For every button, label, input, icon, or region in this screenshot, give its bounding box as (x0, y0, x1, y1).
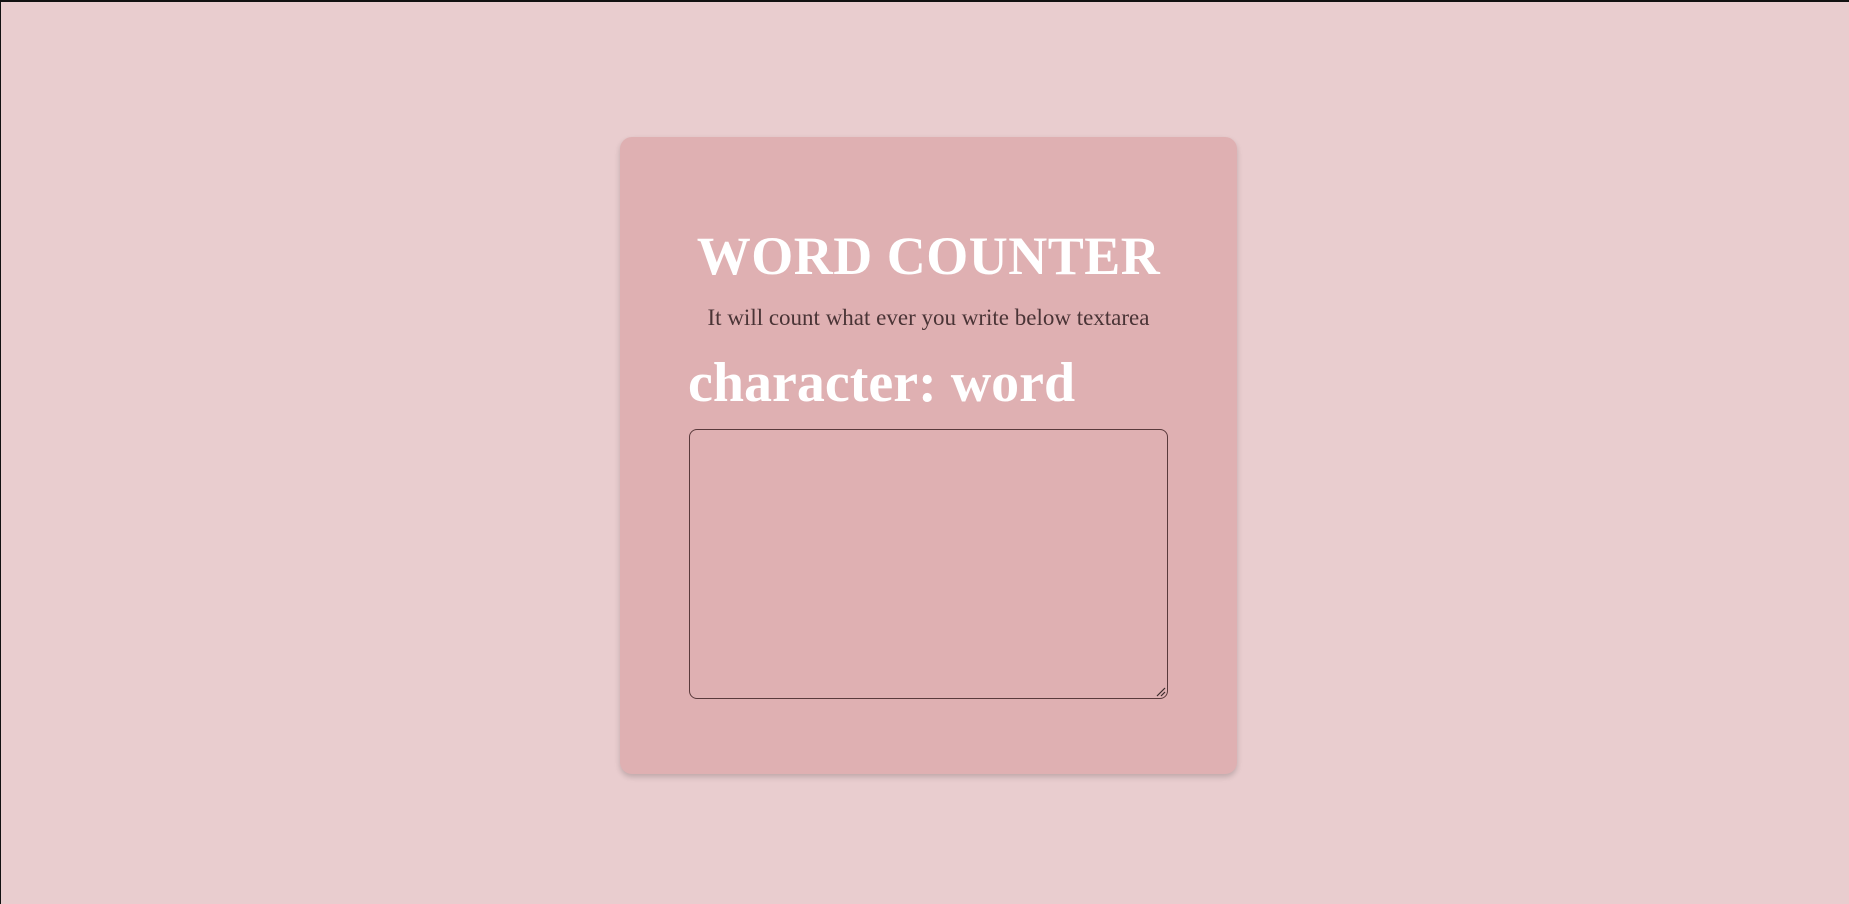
text-input-area[interactable] (689, 429, 1168, 699)
page-title: WORD COUNTER (696, 226, 1161, 286)
word-counter-card: WORD COUNTER It will count what ever you… (620, 137, 1237, 774)
character-count-label: character: (688, 352, 937, 414)
counter-display: character: word (688, 351, 1075, 415)
resize-grip-icon[interactable] (1155, 686, 1166, 697)
page-subtitle: It will count what ever you write below … (707, 305, 1150, 330)
word-count-label: word (950, 352, 1076, 414)
